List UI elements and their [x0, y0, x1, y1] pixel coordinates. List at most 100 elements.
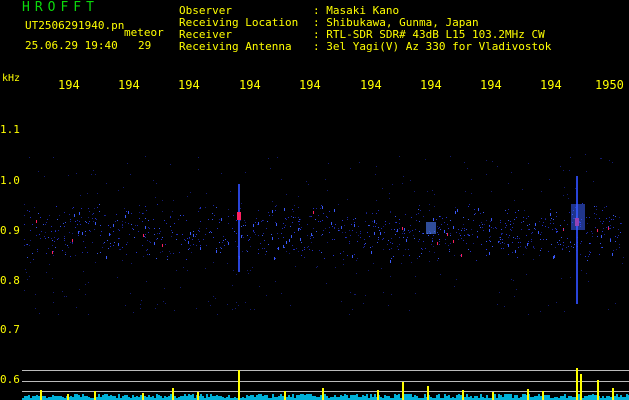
signal-speck	[266, 228, 267, 229]
signal-speck	[32, 253, 33, 254]
signal-speck	[233, 215, 234, 216]
antenna-label: Receiving Antenna	[179, 40, 292, 53]
signal-speck	[533, 246, 534, 247]
noise-bar	[312, 396, 314, 400]
signal-speck	[601, 235, 602, 238]
signal-speck	[321, 235, 322, 236]
signal-speck	[507, 244, 508, 245]
signal-speck	[500, 239, 501, 240]
noise-speck	[259, 286, 260, 287]
profile-spike	[94, 391, 96, 400]
noise-bar	[76, 394, 78, 400]
signal-speck	[352, 230, 353, 231]
signal-speck	[556, 231, 557, 232]
noise-speck	[586, 171, 587, 172]
signal-speck	[564, 220, 565, 221]
signal-speck	[199, 241, 200, 242]
noise-speck	[174, 310, 175, 311]
noise-bar	[470, 396, 472, 400]
signal-speck	[310, 238, 311, 239]
signal-speck	[164, 220, 165, 221]
noise-speck	[556, 302, 557, 303]
signal-speck	[150, 242, 151, 243]
signal-speck	[105, 215, 106, 216]
noise-speck	[586, 273, 587, 274]
noise-speck	[455, 207, 456, 208]
signal-speck	[49, 215, 50, 216]
signal-speck	[142, 221, 143, 222]
signal-speck	[104, 215, 105, 216]
signal-speck	[285, 218, 286, 219]
signal-speck	[481, 222, 482, 223]
signal-speck	[144, 236, 145, 237]
noise-speck	[413, 235, 414, 236]
noise-bar	[152, 396, 154, 400]
signal-speck	[439, 239, 440, 240]
signal-speck	[531, 239, 532, 240]
noise-speck	[169, 251, 170, 252]
signal-speck	[477, 236, 478, 237]
signal-speck	[36, 235, 37, 236]
signal-speck	[70, 256, 71, 257]
noise-speck	[402, 183, 403, 184]
y-tick-0.6: 0.6	[0, 373, 20, 386]
signal-speck	[436, 219, 437, 220]
noise-speck	[514, 296, 515, 297]
signal-speck	[265, 254, 266, 255]
signal-speck	[463, 240, 464, 241]
noise-bar	[560, 396, 562, 400]
signal-speck	[602, 247, 603, 248]
noise-speck	[409, 310, 410, 311]
noise-speck	[397, 246, 398, 247]
signal-speck	[109, 233, 110, 236]
noise-speck	[433, 246, 434, 247]
noise-speck	[187, 270, 188, 271]
signal-speck	[323, 213, 324, 214]
signal-speck	[489, 225, 490, 226]
signal-speck	[139, 205, 140, 206]
noise-speck	[524, 210, 525, 211]
noise-speck	[125, 305, 126, 306]
noise-bar	[320, 395, 322, 400]
noise-speck	[272, 201, 273, 202]
noise-speck	[153, 180, 154, 181]
signal-speck	[500, 237, 501, 238]
signal-speck	[449, 249, 450, 250]
noise-bar	[280, 394, 282, 400]
signal-speck	[338, 230, 339, 231]
signal-speck	[499, 241, 500, 242]
profile-spike	[612, 388, 614, 400]
signal-speck	[403, 237, 404, 238]
noise-speck	[127, 242, 128, 243]
noise-bar	[304, 395, 306, 400]
signal-speck	[589, 217, 590, 218]
signal-speck	[122, 247, 123, 248]
signal-speck	[92, 218, 93, 219]
noise-bar	[346, 395, 348, 400]
signal-speck	[237, 246, 238, 247]
noise-bar	[156, 394, 158, 400]
signal-speck	[444, 231, 445, 232]
signal-speck	[322, 220, 323, 221]
signal-speck	[95, 222, 96, 225]
noise-bar	[456, 395, 458, 400]
signal-speck	[138, 231, 139, 232]
noise-bar	[308, 394, 310, 400]
signal-speck	[48, 237, 49, 238]
signal-speck	[179, 252, 180, 253]
noise-bar	[126, 395, 128, 400]
signal-speck	[213, 237, 214, 238]
signal-speck	[416, 220, 417, 221]
signal-speck	[30, 230, 31, 231]
signal-speck	[365, 221, 366, 222]
signal-speck	[466, 243, 467, 244]
signal-speck	[320, 208, 321, 209]
signal-speck	[311, 233, 312, 236]
signal-speck	[216, 248, 217, 249]
signal-speck	[80, 224, 81, 225]
noise-speck	[190, 192, 191, 193]
signal-speck	[599, 254, 600, 255]
noise-speck	[355, 294, 356, 295]
noise-bar	[460, 395, 462, 400]
signal-speck	[125, 215, 126, 218]
